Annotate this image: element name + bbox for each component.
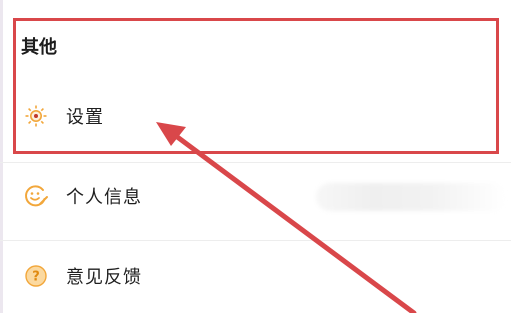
settings-menu-screen: 其他 设置 个人信息 ? 意见反馈 [0,0,511,313]
annotation-arrow [156,122,417,313]
